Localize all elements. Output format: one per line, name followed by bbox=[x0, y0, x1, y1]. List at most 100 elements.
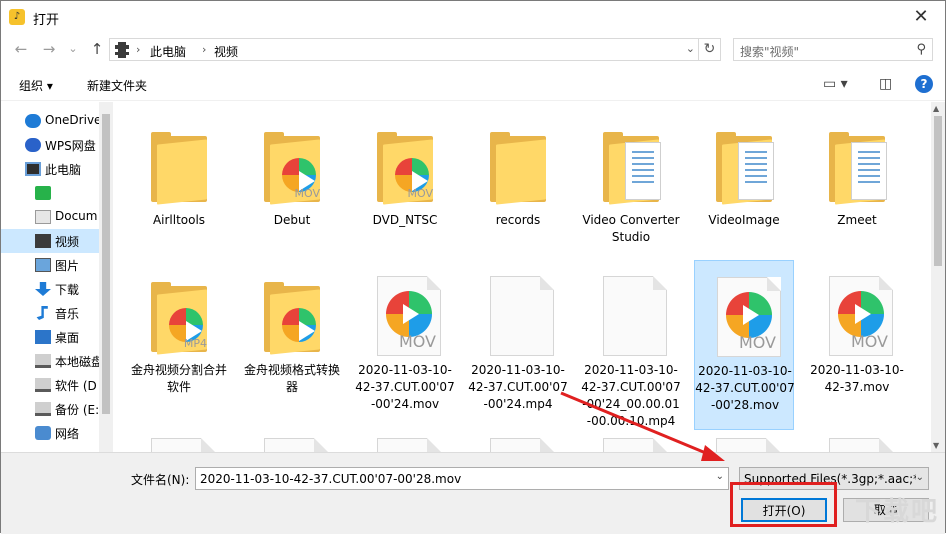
sidebar-item-网络[interactable]: 网络 bbox=[1, 421, 99, 445]
document-preview-icon bbox=[738, 142, 774, 200]
sidebar-item-软件d[interactable]: 软件 (D bbox=[1, 373, 99, 397]
video-play-icon bbox=[386, 291, 432, 337]
blank-file-icon[interactable] bbox=[264, 438, 328, 452]
wps-cloud-icon bbox=[25, 138, 41, 152]
file-list: Airlltools MOV Debut MOV DVD_NTSC records Vide… bbox=[115, 102, 931, 452]
sidebar-item-label: OneDrive bbox=[45, 113, 99, 127]
forward-button[interactable]: → bbox=[39, 39, 59, 59]
recent-locations-button[interactable]: ⌄ bbox=[63, 39, 83, 59]
video-folder-icon bbox=[35, 234, 51, 248]
back-button[interactable]: ← bbox=[11, 39, 31, 59]
new-folder-button[interactable]: 新建文件夹 bbox=[87, 77, 147, 94]
file-name: 金舟视频格式转换器 bbox=[243, 363, 340, 394]
chevron-down-icon[interactable]: ⌄ bbox=[716, 471, 724, 482]
chevron-down-icon[interactable]: ⌄ bbox=[915, 472, 924, 483]
folder-item[interactable]: Zmeet bbox=[807, 110, 907, 280]
green-app-icon bbox=[35, 186, 51, 200]
file-item[interactable]: MOV 2020-11-03-10-42-37.mov bbox=[807, 260, 907, 430]
file-name: DVD_NTSC bbox=[372, 213, 438, 227]
document-preview-icon bbox=[625, 142, 661, 200]
file-format-label: MOV bbox=[738, 333, 776, 352]
scroll-down-icon[interactable]: ▼ bbox=[933, 441, 939, 450]
computer-icon bbox=[25, 162, 41, 176]
blank-file-icon bbox=[482, 272, 554, 356]
folder-item[interactable]: MOV DVD_NTSC bbox=[355, 110, 455, 280]
sidebar-scroll-thumb[interactable] bbox=[102, 114, 110, 414]
sidebar-item-视频[interactable]: 视频 bbox=[1, 229, 99, 253]
folder-item[interactable]: MOV Debut bbox=[242, 110, 342, 280]
blank-file-icon[interactable] bbox=[716, 438, 780, 452]
sidebar-scrollbar[interactable] bbox=[99, 102, 113, 452]
mov-file-icon: MOV bbox=[821, 272, 893, 356]
sidebar-item-音乐[interactable]: 音乐 bbox=[1, 301, 99, 325]
sidebar-item-wps网盘[interactable]: WPS网盘 bbox=[1, 133, 99, 157]
breadcrumb-videos[interactable]: 视频 bbox=[214, 43, 238, 60]
chevron-right-icon: › bbox=[202, 43, 207, 56]
navigation-bar: ← → ⌄ ↑ › 此电脑 › 视频 ⌄ ↻ 搜索"视频" ⚲ bbox=[1, 35, 945, 63]
blank-file-icon[interactable] bbox=[829, 438, 893, 452]
desktop-icon bbox=[35, 330, 51, 344]
blank-file-icon[interactable] bbox=[377, 438, 441, 452]
sidebar-item-docum[interactable]: Docum bbox=[1, 205, 99, 229]
video-play-icon bbox=[838, 291, 884, 337]
sidebar-item-本地磁盘[interactable]: 本地磁盘 bbox=[1, 349, 99, 373]
folder-item[interactable]: VideoImage bbox=[694, 110, 794, 280]
sidebar-item-下载[interactable]: 下载 bbox=[1, 277, 99, 301]
folder-item[interactable]: Video Converter Studio bbox=[581, 110, 681, 280]
file-item[interactable]: MOV 2020-11-03-10-42-37.CUT.00'07-00'24.m… bbox=[355, 260, 455, 430]
view-options-icon[interactable]: ▭ ▾ bbox=[823, 76, 848, 92]
folder-item[interactable]: Airlltools bbox=[129, 110, 229, 280]
folder-icon: MOV bbox=[256, 122, 328, 205]
blank-file-icon[interactable] bbox=[151, 438, 215, 452]
sidebar-item-备份e[interactable]: 备份 (E: bbox=[1, 397, 99, 421]
sidebar-item-onedrive[interactable]: OneDrive bbox=[1, 109, 99, 133]
search-icon: ⚲ bbox=[916, 42, 926, 57]
file-item[interactable]: 2020-11-03-10-42-37.CUT.00'07-00'24_00.0… bbox=[581, 260, 681, 430]
content-scroll-thumb[interactable] bbox=[934, 116, 942, 266]
file-item[interactable]: MOV 2020-11-03-10-42-37.CUT.00'07-00'28.m… bbox=[694, 260, 795, 430]
folder-item[interactable]: records bbox=[468, 110, 568, 280]
dialog-title: 打开 bbox=[33, 13, 60, 28]
video-play-icon bbox=[726, 292, 772, 338]
refresh-button[interactable]: ↻ bbox=[699, 38, 721, 61]
sidebar-item-label: 视频 bbox=[55, 235, 80, 249]
up-button[interactable]: ↑ bbox=[87, 39, 107, 59]
open-file-dialog: ♪ 打开 ✕ ← → ⌄ ↑ › 此电脑 › 视频 ⌄ ↻ 搜索"视频" ⚲ 组… bbox=[0, 0, 946, 534]
close-button[interactable]: ✕ bbox=[903, 3, 939, 31]
folder-icon bbox=[708, 122, 780, 205]
mov-file-icon: MOV bbox=[709, 273, 781, 357]
sidebar-item-桌面[interactable]: 桌面 bbox=[1, 325, 99, 349]
filename-value: 2020-11-03-10-42-37.CUT.00'07-00'28.mov bbox=[200, 472, 462, 486]
navigation-pane: OneDrive WPS网盘 此电脑 Docum 视频图片下载音乐 桌面 本地磁盘软件 (D… bbox=[1, 102, 113, 452]
document-preview-icon bbox=[851, 142, 887, 200]
file-format-label: MOV bbox=[407, 187, 433, 200]
file-name: Airlltools bbox=[152, 213, 206, 227]
sidebar-item-label: 软件 (D bbox=[55, 379, 97, 393]
sidebar-item-label: 下载 bbox=[55, 283, 80, 297]
drive-icon bbox=[35, 354, 51, 368]
folder-item[interactable]: MP4 金舟视频分割合并软件 bbox=[129, 260, 229, 430]
file-name: 2020-11-03-10-42-37.CUT.00'07-00'24.mp4 bbox=[468, 363, 568, 411]
folder-item[interactable]: 金舟视频格式转换器 bbox=[242, 260, 342, 430]
sidebar-item-app[interactable] bbox=[1, 181, 99, 205]
breadcrumb-this-pc[interactable]: 此电脑 bbox=[150, 43, 186, 60]
file-name: 金舟视频分割合并软件 bbox=[130, 363, 227, 394]
sidebar-item-此电脑[interactable]: 此电脑 bbox=[1, 157, 99, 181]
blank-file-icon[interactable] bbox=[603, 438, 667, 452]
video-play-icon bbox=[282, 308, 316, 342]
file-item[interactable]: 2020-11-03-10-42-37.CUT.00'07-00'24.mp4 bbox=[468, 260, 568, 430]
content-scrollbar[interactable]: ▲ ▼ bbox=[931, 102, 945, 452]
download-icon bbox=[35, 282, 51, 296]
filename-input[interactable]: 2020-11-03-10-42-37.CUT.00'07-00'28.mov … bbox=[195, 467, 729, 490]
search-input[interactable]: 搜索"视频" ⚲ bbox=[733, 38, 933, 61]
scroll-up-icon[interactable]: ▲ bbox=[933, 104, 939, 113]
organize-button[interactable]: 组织 ▾ bbox=[19, 77, 53, 94]
file-format-label: MOV bbox=[850, 332, 888, 351]
chevron-down-icon[interactable]: ⌄ bbox=[686, 42, 695, 55]
sidebar-item-图片[interactable]: 图片 bbox=[1, 253, 99, 277]
address-bar[interactable]: › 此电脑 › 视频 ⌄ bbox=[109, 38, 699, 61]
music-icon bbox=[36, 306, 48, 320]
help-button[interactable]: ? bbox=[915, 75, 933, 93]
blank-file-icon[interactable] bbox=[490, 438, 554, 452]
preview-pane-icon[interactable]: ◫ bbox=[879, 76, 892, 92]
